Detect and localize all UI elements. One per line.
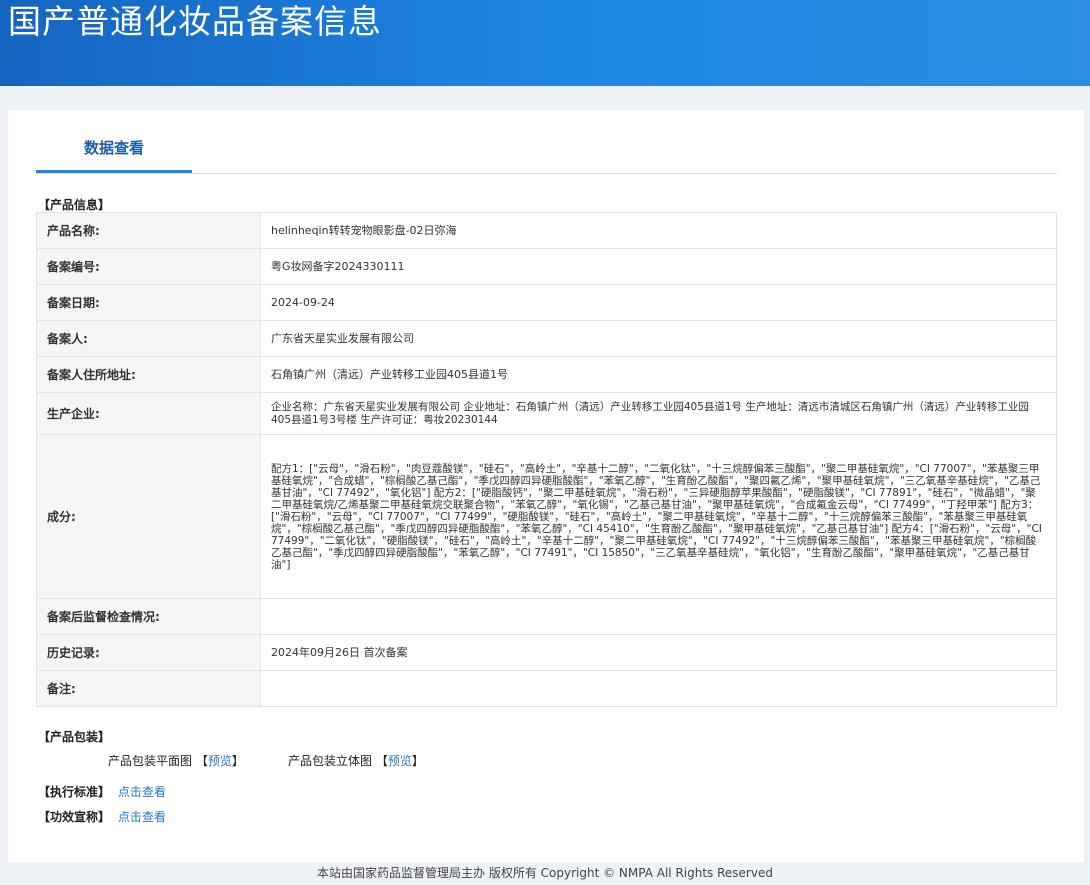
bracket-open: 【	[375, 754, 388, 768]
tab-bar: 数据查看	[36, 110, 1057, 174]
page-header: 国产普通化妆品备案信息	[0, 0, 1090, 86]
field-label: 备案后监督检查情况:	[36, 598, 261, 635]
table-row: 备注:	[36, 670, 1057, 707]
table-row: 生产企业: 企业名称：广东省天星实业发展有限公司 企业地址：石角镇广州（清远）产…	[36, 392, 1057, 435]
field-label: 备案日期:	[36, 284, 261, 321]
table-row: 备案人: 广东省天星实业发展有限公司	[36, 320, 1057, 357]
table-row: 备案编号: 粤G妆网备字2024330111	[36, 248, 1057, 285]
history-value: 2024年09月26日 首次备案	[260, 634, 1057, 671]
section-product-package: 【产品包装】	[38, 730, 111, 744]
field-label: 备案编号:	[36, 248, 261, 285]
section-product-info: 【产品信息】	[38, 198, 111, 212]
page-title: 国产普通化妆品备案信息	[8, 2, 382, 41]
tab-data-view[interactable]: 数据查看	[36, 110, 192, 173]
field-label: 产品名称:	[36, 212, 261, 249]
package-solid-label: 产品包装立体图	[288, 754, 373, 768]
table-row: 备案人住所地址: 石角镇广州（清远）产业转移工业园405县道1号	[36, 356, 1057, 393]
field-label: 备案人:	[36, 320, 261, 357]
product-name-value: helinheqin转转宠物眼影盘-02日弥海	[260, 212, 1057, 249]
standard-view-link[interactable]: 点击查看	[118, 785, 166, 799]
content-panel: 数据查看 【产品信息】 产品名称: helinheqin转转宠物眼影盘-02日弥…	[8, 110, 1084, 862]
standard-row: 【执行标准】 点击查看	[38, 783, 166, 800]
registrant-value: 广东省天星实业发展有限公司	[260, 320, 1057, 357]
record-date-value: 2024-09-24	[260, 284, 1057, 321]
bracket-close: 】	[231, 754, 244, 768]
efficacy-row: 【功效宣称】 点击查看	[38, 808, 166, 825]
section-standard: 【执行标准】	[38, 785, 111, 799]
bracket-open: 【	[195, 754, 208, 768]
registrant-address-value: 石角镇广州（清远）产业转移工业园405县道1号	[260, 356, 1057, 393]
manufacturer-value: 企业名称：广东省天星实业发展有限公司 企业地址：石角镇广州（清远）产业转移工业园…	[260, 392, 1057, 435]
product-info-table: 产品名称: helinheqin转转宠物眼影盘-02日弥海 备案编号: 粤G妆网…	[36, 212, 1057, 707]
field-label: 成分:	[36, 434, 261, 599]
field-label: 备注:	[36, 670, 261, 707]
record-number-value: 粤G妆网备字2024330111	[260, 248, 1057, 285]
field-label: 历史记录:	[36, 634, 261, 671]
remarks-value	[260, 670, 1057, 707]
preview-solid-link[interactable]: 预览	[388, 754, 412, 768]
table-row: 历史记录: 2024年09月26日 首次备案	[36, 634, 1057, 671]
bracket-close: 】	[411, 754, 424, 768]
footer: 本站由国家药品监督管理局主办 版权所有 Copyright © NMPA All…	[317, 866, 773, 880]
table-row: 备案后监督检查情况:	[36, 598, 1057, 635]
package-solid: 产品包装立体图 【预览】	[288, 752, 424, 769]
efficacy-view-link[interactable]: 点击查看	[118, 810, 166, 824]
table-row: 成分: 配方1：["云母"，"滑石粉"，"肉豆蔻酸镁"，"硅石"，"高岭土"，"…	[36, 434, 1057, 599]
preview-flat-link[interactable]: 预览	[208, 754, 232, 768]
inspection-value	[260, 598, 1057, 635]
table-row: 备案日期: 2024-09-24	[36, 284, 1057, 321]
field-label: 备案人住所地址:	[36, 356, 261, 393]
table-row: 产品名称: helinheqin转转宠物眼影盘-02日弥海	[36, 212, 1057, 249]
field-label: 生产企业:	[36, 392, 261, 435]
section-efficacy: 【功效宣称】	[38, 810, 111, 824]
package-flat-label: 产品包装平面图	[108, 754, 193, 768]
package-flat: 产品包装平面图 【预览】	[108, 752, 244, 769]
tab-data-view-label: 数据查看	[83, 139, 144, 157]
ingredients-value: 配方1：["云母"，"滑石粉"，"肉豆蔻酸镁"，"硅石"，"高岭土"，"辛基十二…	[260, 434, 1057, 599]
